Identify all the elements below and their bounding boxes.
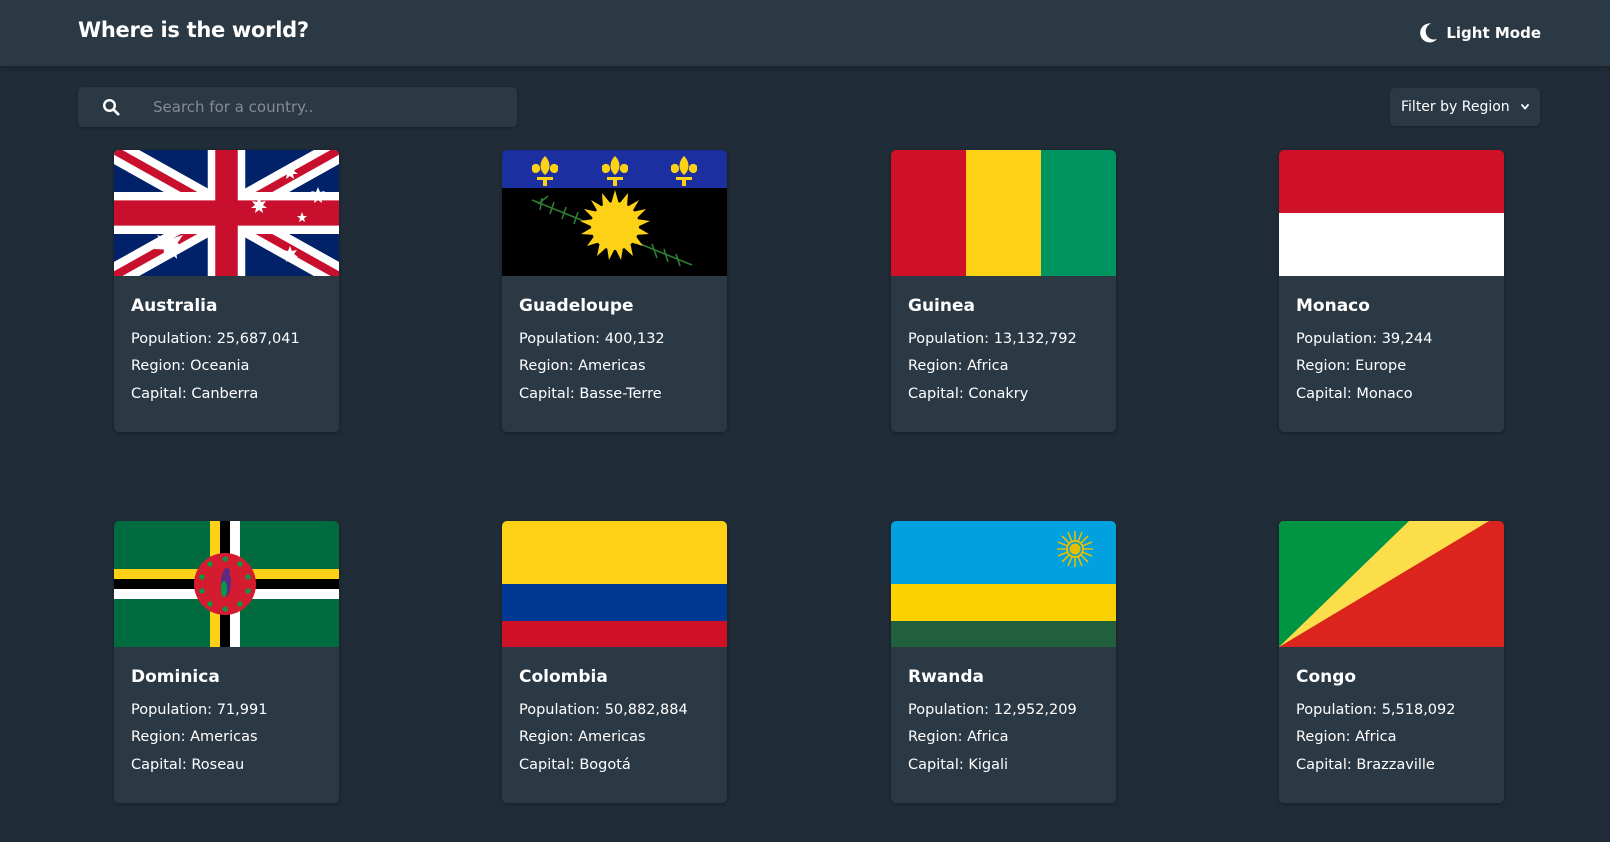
country-card-rwanda[interactable]: Rwanda Population: 12,952,209 Region: Af… (891, 521, 1116, 803)
population-value: 39,244 (1381, 331, 1433, 347)
country-card-dominica[interactable]: Dominica Population: 71,991 Region: Amer… (114, 521, 339, 803)
region-value: Africa (1355, 729, 1397, 745)
population-line: Population: 25,687,041 (131, 331, 300, 347)
population-line: Population: 71,991 (131, 702, 268, 718)
region-filter-label: Filter by Region (1401, 99, 1510, 115)
region-line: Region: Oceania (131, 358, 250, 374)
region-value: Americas (578, 358, 646, 374)
population-value: 71,991 (216, 702, 268, 718)
capital-value: Roseau (191, 757, 245, 773)
country-name: Dominica (131, 667, 220, 687)
country-name: Guinea (908, 296, 975, 316)
country-name: Congo (1296, 667, 1357, 687)
search-icon (102, 98, 120, 116)
population-line: Population: 13,132,792 (908, 331, 1077, 347)
country-name: Monaco (1296, 296, 1370, 316)
region-value: Europe (1355, 358, 1407, 374)
search-box[interactable] (78, 87, 517, 127)
congo-flag (1279, 521, 1504, 647)
country-name: Guadeloupe (519, 296, 634, 316)
country-card-colombia[interactable]: Colombia Population: 50,882,884 Region: … (502, 521, 727, 803)
population-line: Population: 50,882,884 (519, 702, 688, 718)
capital-line: Capital: Kigali (908, 757, 1009, 773)
capital-line: Capital: Conakry (908, 386, 1029, 402)
capital-value: Brazzaville (1356, 757, 1435, 773)
australia-flag (114, 150, 339, 276)
region-value: Americas (190, 729, 258, 745)
region-filter-dropdown[interactable]: Filter by Region (1390, 88, 1540, 126)
capital-line: Capital: Monaco (1296, 386, 1413, 402)
region-line: Region: Americas (519, 358, 646, 374)
population-value: 50,882,884 (604, 702, 688, 718)
region-value: Africa (967, 729, 1009, 745)
capital-value: Kigali (968, 757, 1009, 773)
population-value: 13,132,792 (993, 331, 1077, 347)
site-header: Where is the world? Light Mode (0, 0, 1610, 66)
capital-line: Capital: Basse-Terre (519, 386, 662, 402)
country-card-australia[interactable]: Australia Population: 25,687,041 Region:… (114, 150, 339, 432)
colombia-flag (502, 521, 727, 647)
guadeloupe-flag (502, 150, 727, 276)
capital-value: Conakry (968, 386, 1029, 402)
population-value: 400,132 (604, 331, 665, 347)
country-name: Colombia (519, 667, 608, 687)
population-line: Population: 12,952,209 (908, 702, 1077, 718)
population-line: Population: 5,518,092 (1296, 702, 1456, 718)
population-value: 12,952,209 (993, 702, 1077, 718)
rwanda-flag (891, 521, 1116, 647)
region-line: Region: Americas (519, 729, 646, 745)
country-name: Australia (131, 296, 218, 316)
region-line: Region: Africa (1296, 729, 1397, 745)
capital-line: Capital: Roseau (131, 757, 245, 773)
region-value: Oceania (190, 358, 250, 374)
theme-toggle-button[interactable]: Light Mode (1418, 20, 1541, 46)
region-value: Africa (967, 358, 1009, 374)
region-line: Region: Europe (1296, 358, 1407, 374)
capital-line: Capital: Brazzaville (1296, 757, 1435, 773)
population-value: 25,687,041 (216, 331, 300, 347)
country-card-guadeloupe[interactable]: Guadeloupe Population: 400,132 Region: A… (502, 150, 727, 432)
monaco-flag (1279, 150, 1504, 276)
guinea-flag (891, 150, 1116, 276)
moon-icon (1420, 23, 1438, 43)
chevron-down-icon (1521, 104, 1529, 110)
region-line: Region: Africa (908, 729, 1009, 745)
population-line: Population: 400,132 (519, 331, 665, 347)
theme-toggle-label: Light Mode (1446, 24, 1541, 42)
capital-value: Monaco (1356, 386, 1413, 402)
region-line: Region: Americas (131, 729, 258, 745)
dominica-flag (114, 521, 339, 647)
population-value: 5,518,092 (1381, 702, 1456, 718)
capital-line: Capital: Bogotá (519, 757, 631, 773)
population-line: Population: 39,244 (1296, 331, 1433, 347)
country-name: Rwanda (908, 667, 985, 687)
capital-value: Canberra (191, 386, 259, 402)
capital-value: Basse-Terre (579, 386, 662, 402)
region-line: Region: Africa (908, 358, 1009, 374)
app-title: Where is the world? (78, 18, 309, 42)
capital-value: Bogotá (579, 757, 631, 773)
country-card-guinea[interactable]: Guinea Population: 13,132,792 Region: Af… (891, 150, 1116, 432)
country-card-congo[interactable]: Congo Population: 5,518,092 Region: Afri… (1279, 521, 1504, 803)
search-input[interactable] (153, 87, 503, 127)
country-card-monaco[interactable]: Monaco Population: 39,244 Region: Europe… (1279, 150, 1504, 432)
capital-line: Capital: Canberra (131, 386, 259, 402)
region-value: Americas (578, 729, 646, 745)
